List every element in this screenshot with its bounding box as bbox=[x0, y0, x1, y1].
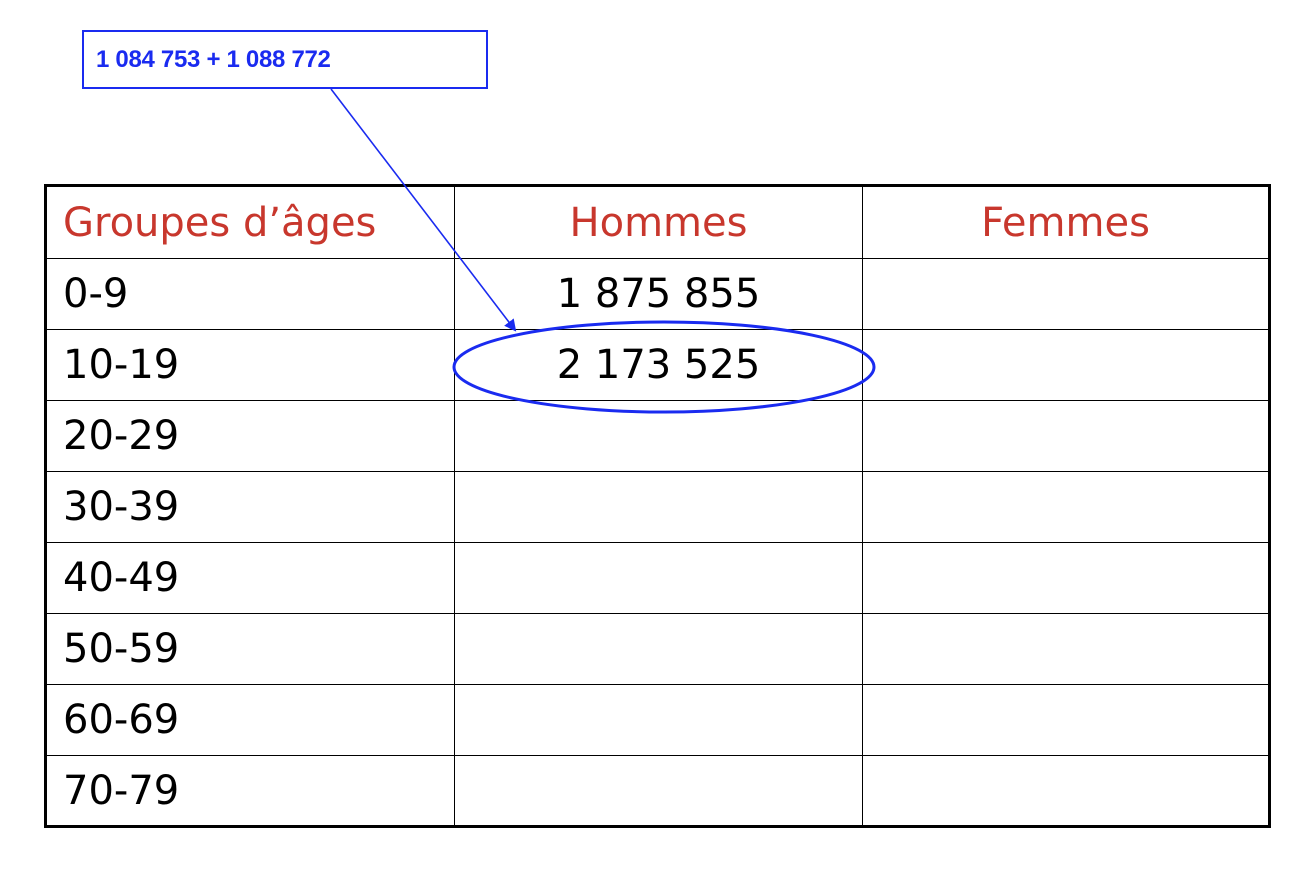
table-row: 50-59 bbox=[45, 613, 1270, 685]
cell-age: 10-19 bbox=[45, 329, 455, 401]
cell-hommes: 2 173 525 bbox=[454, 329, 863, 401]
cell-femmes bbox=[862, 755, 1270, 827]
table-row: 70-79 bbox=[45, 755, 1270, 827]
cell-femmes bbox=[862, 542, 1270, 614]
cell-hommes bbox=[454, 684, 863, 756]
cell-femmes bbox=[862, 471, 1270, 543]
table-row: 60-69 bbox=[45, 684, 1270, 756]
header-age-groups: Groupes d’âges bbox=[45, 185, 455, 259]
cell-hommes bbox=[454, 755, 863, 827]
cell-age: 0-9 bbox=[45, 258, 455, 330]
table-row: 20-29 bbox=[45, 400, 1270, 472]
cell-femmes bbox=[862, 400, 1270, 472]
cell-femmes bbox=[862, 329, 1270, 401]
table-row: 10-19 2 173 525 bbox=[45, 329, 1270, 401]
cell-age: 20-29 bbox=[45, 400, 455, 472]
cell-hommes bbox=[454, 613, 863, 685]
table-row: 0-9 1 875 855 bbox=[45, 258, 1270, 330]
table-row: 30-39 bbox=[45, 471, 1270, 543]
cell-femmes bbox=[862, 258, 1270, 330]
cell-age: 50-59 bbox=[45, 613, 455, 685]
cell-age: 30-39 bbox=[45, 471, 455, 543]
cell-hommes bbox=[454, 471, 863, 543]
cell-femmes bbox=[862, 613, 1270, 685]
cell-hommes: 1 875 855 bbox=[454, 258, 863, 330]
age-group-table: Groupes d’âges Hommes Femmes 0-9 1 875 8… bbox=[44, 184, 1271, 828]
cell-hommes bbox=[454, 542, 863, 614]
header-femmes: Femmes bbox=[862, 185, 1270, 259]
cell-age: 40-49 bbox=[45, 542, 455, 614]
table-row: 40-49 bbox=[45, 542, 1270, 614]
cell-age: 60-69 bbox=[45, 684, 455, 756]
table-header-row: Groupes d’âges Hommes Femmes bbox=[45, 185, 1270, 259]
cell-hommes bbox=[454, 400, 863, 472]
sum-callout-text: 1 084 753 + 1 088 772 bbox=[96, 46, 331, 73]
sum-callout-box: 1 084 753 + 1 088 772 bbox=[82, 30, 488, 89]
cell-femmes bbox=[862, 684, 1270, 756]
cell-age: 70-79 bbox=[45, 755, 455, 827]
header-hommes: Hommes bbox=[454, 185, 863, 259]
